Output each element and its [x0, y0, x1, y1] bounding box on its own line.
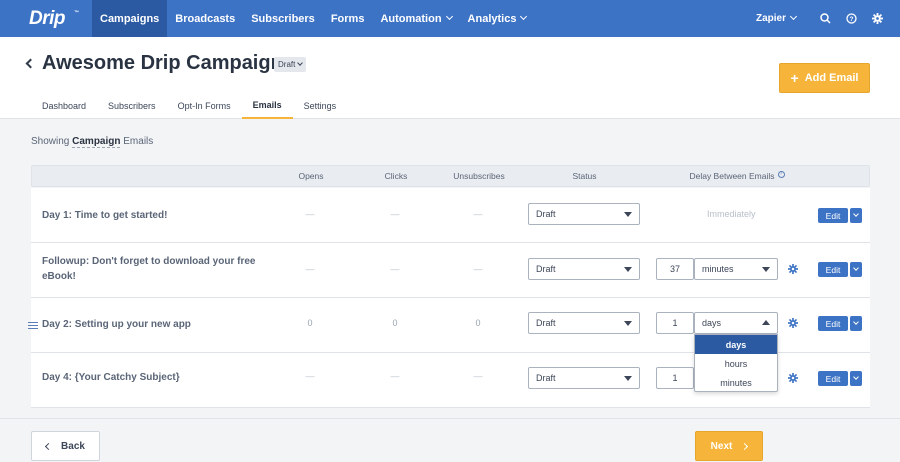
top-nav: Drip ™ Campaigns Broadcasts Subscribers F… — [0, 0, 900, 37]
page-header: Awesome Drip Campaign Draft + Add Email D… — [0, 37, 900, 119]
unsubscribes-value: — — [473, 371, 483, 381]
clicks-value: — — [390, 209, 400, 219]
dropdown-arrow-icon — [624, 376, 632, 381]
dropdown-arrow-icon — [762, 267, 770, 272]
column-clicks: Clicks — [384, 171, 408, 181]
delay-value-input[interactable]: 1 — [656, 312, 694, 334]
clicks-value: 0 — [392, 318, 398, 328]
nav-campaigns[interactable]: Campaigns — [92, 0, 168, 37]
edit-dropdown-button[interactable] — [850, 371, 862, 386]
gear-icon[interactable] — [864, 0, 890, 37]
email-title[interactable]: Day 1: Time to get started! — [42, 208, 262, 223]
gear-icon[interactable] — [788, 264, 798, 274]
tab-settings[interactable]: Settings — [293, 92, 348, 119]
chevron-down-icon — [297, 60, 304, 66]
back-chevron-icon[interactable] — [25, 58, 36, 69]
opens-value: — — [305, 371, 315, 381]
nav-analytics[interactable]: Analytics — [460, 0, 535, 37]
status-select[interactable]: Draft — [528, 367, 640, 389]
clicks-value: — — [390, 371, 400, 381]
table-row: Day 1: Time to get started! — — — Draft … — [31, 188, 870, 243]
table-row: Followup: Don't forget to download your … — [31, 243, 870, 298]
status-select[interactable]: Draft — [528, 203, 640, 225]
table-header: Opens Clicks Unsubscribes Status Delay B… — [31, 165, 870, 187]
opens-value: — — [305, 209, 315, 219]
help-icon[interactable]: ? — [838, 0, 864, 37]
email-title[interactable]: Day 4: {Your Catchy Subject} — [42, 370, 262, 385]
showing-filter: Showing Campaign Emails — [31, 136, 154, 148]
edit-dropdown-button[interactable] — [850, 316, 862, 331]
nav-automation[interactable]: Automation — [372, 0, 459, 37]
add-email-button[interactable]: + Add Email — [779, 63, 870, 93]
column-delay: Delay Between Emails? — [672, 171, 802, 181]
unsubscribes-value: — — [473, 209, 483, 219]
email-title[interactable]: Followup: Don't forget to download your … — [42, 254, 262, 284]
campaign-filter-link[interactable]: Campaign — [72, 136, 121, 148]
tab-opt-in-forms[interactable]: Opt-In Forms — [167, 92, 242, 119]
drag-handle-icon[interactable] — [28, 322, 38, 331]
tab-emails[interactable]: Emails — [241, 92, 293, 119]
page-title: Awesome Drip Campaign — [42, 52, 283, 74]
delay-immediately: Immediately — [707, 209, 756, 219]
nav-forms[interactable]: Forms — [323, 0, 373, 37]
tab-bar: Dashboard Subscribers Opt-In Forms Email… — [31, 92, 347, 119]
column-status: Status — [572, 171, 597, 181]
column-unsubscribes: Unsubscribes — [453, 171, 505, 181]
unsubscribes-value: — — [473, 264, 483, 274]
edit-dropdown-button[interactable] — [850, 262, 862, 277]
delay-value-input[interactable]: 1 — [656, 367, 694, 389]
dropdown-arrow-icon — [624, 267, 632, 272]
chevron-down-icon — [789, 12, 798, 21]
dropdown-arrow-icon — [624, 212, 632, 217]
nav-subscribers[interactable]: Subscribers — [243, 0, 323, 37]
status-badge[interactable]: Draft — [274, 57, 307, 72]
back-button[interactable]: Back — [31, 431, 100, 461]
dropdown-arrow-icon — [762, 320, 770, 325]
edit-button[interactable]: Edit — [818, 316, 848, 331]
dropdown-option-days[interactable]: days — [695, 335, 777, 354]
dropdown-arrow-icon — [624, 321, 632, 326]
svg-text:?: ? — [849, 16, 853, 23]
search-icon[interactable] — [812, 0, 838, 37]
footer-divider — [0, 418, 900, 419]
dropdown-option-hours[interactable]: hours — [695, 354, 777, 373]
nav-broadcasts[interactable]: Broadcasts — [167, 0, 243, 37]
edit-dropdown-button[interactable] — [850, 208, 862, 223]
drip-logo[interactable]: Drip ™ — [0, 0, 92, 37]
delay-unit-select[interactable]: minutes — [694, 258, 778, 280]
opens-value: 0 — [307, 318, 313, 328]
plus-icon: + — [790, 70, 799, 86]
delay-unit-select[interactable]: days — [694, 312, 778, 334]
dropdown-option-minutes[interactable]: minutes — [695, 373, 777, 392]
tab-subscribers[interactable]: Subscribers — [97, 92, 167, 119]
user-menu[interactable]: Zapier — [756, 12, 798, 24]
next-button[interactable]: Next — [695, 431, 763, 461]
status-select[interactable]: Draft — [528, 312, 640, 334]
email-title[interactable]: Day 2: Setting up your new app — [42, 317, 262, 332]
chevron-down-icon — [445, 12, 453, 21]
status-select[interactable]: Draft — [528, 258, 640, 280]
chevron-right-icon — [741, 442, 749, 450]
unsubscribes-value: 0 — [475, 318, 481, 328]
chevron-left-icon — [45, 442, 53, 450]
delay-value-input[interactable]: 37 — [656, 258, 694, 280]
opens-value: — — [305, 264, 315, 274]
tab-dashboard[interactable]: Dashboard — [31, 92, 97, 119]
info-icon[interactable]: ? — [777, 171, 785, 178]
clicks-value: — — [390, 264, 400, 274]
column-opens: Opens — [298, 171, 324, 181]
delay-unit-dropdown-menu: days hours minutes — [694, 334, 778, 392]
gear-icon[interactable] — [788, 318, 798, 328]
edit-button[interactable]: Edit — [818, 208, 848, 223]
edit-button[interactable]: Edit — [818, 371, 848, 386]
edit-button[interactable]: Edit — [818, 262, 848, 277]
chevron-down-icon — [520, 12, 528, 21]
gear-icon[interactable] — [788, 373, 798, 383]
